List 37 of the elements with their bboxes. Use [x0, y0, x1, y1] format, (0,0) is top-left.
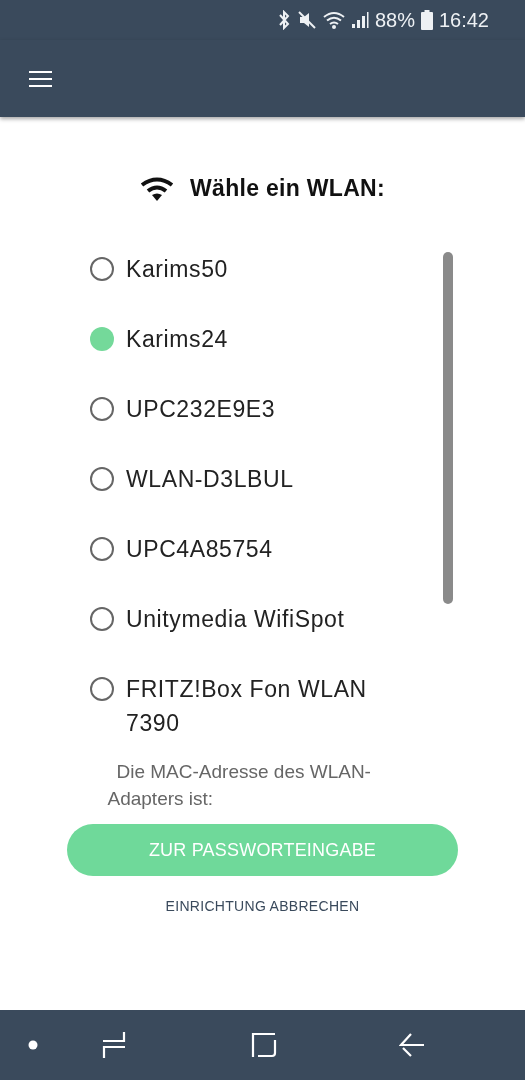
- bluetooth-icon: [276, 10, 291, 30]
- battery-percent: 88%: [374, 8, 415, 32]
- radio-button[interactable]: [90, 677, 114, 701]
- network-option[interactable]: UPC4A85754: [90, 532, 386, 602]
- battery-icon: [420, 10, 433, 30]
- cancel-link[interactable]: EINRICHTUNG ABBRECHEN: [165, 898, 360, 914]
- network-name: WLAN-D3LBUL: [126, 465, 294, 494]
- radio-button[interactable]: [90, 397, 114, 421]
- network-name: Karims24: [126, 325, 228, 354]
- network-option[interactable]: FRITZ!Box Fon WLAN 7390: [90, 672, 386, 742]
- radio-button[interactable]: [90, 467, 114, 491]
- dot-icon[interactable]: [28, 1040, 38, 1050]
- signal-icon: [350, 10, 369, 30]
- network-option[interactable]: UPC232E9E3: [90, 392, 386, 462]
- network-option[interactable]: Unitymedia WifiSpot: [90, 602, 386, 672]
- network-option[interactable]: Karims24: [90, 322, 386, 392]
- mute-icon: [296, 10, 317, 30]
- wifi-icon: [140, 175, 175, 202]
- network-option[interactable]: WLAN-D3LBUL: [90, 462, 386, 532]
- menu-icon[interactable]: [28, 69, 53, 88]
- back-icon[interactable]: [399, 1032, 425, 1058]
- screen-title: Wähle ein WLAN:: [190, 175, 385, 202]
- network-name: UPC4A85754: [126, 535, 273, 564]
- radio-button[interactable]: [90, 257, 114, 281]
- radio-button[interactable]: [90, 327, 114, 351]
- network-name: Karims50: [126, 255, 228, 284]
- radio-button[interactable]: [90, 607, 114, 631]
- recent-apps-icon[interactable]: [102, 1031, 126, 1059]
- network-option[interactable]: Karims50: [90, 252, 386, 322]
- radio-button[interactable]: [90, 537, 114, 561]
- network-name: UPC232E9E3: [126, 395, 276, 424]
- home-icon[interactable]: [251, 1032, 277, 1058]
- wifi-icon: [322, 10, 345, 30]
- network-name: Unitymedia WifiSpot: [126, 605, 345, 634]
- mac-address-label: Die MAC-Adresse des WLAN-Adapters ist:: [107, 760, 372, 811]
- network-name: FRITZ!Box Fon WLAN 7390: [126, 675, 368, 738]
- clock-time: 16:42: [438, 8, 489, 32]
